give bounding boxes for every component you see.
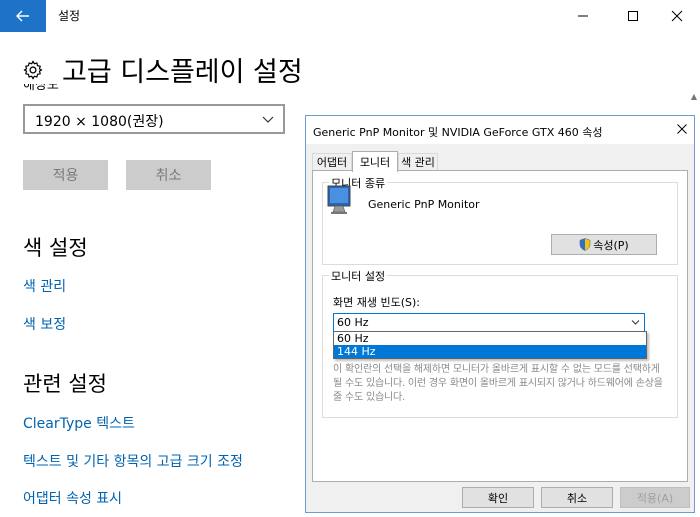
minimize-icon [578,15,588,17]
properties-button-label: 속성(P) [593,238,629,252]
mode-warning-text: 이 확인란의 선택을 해제하면 모니터가 올바르게 표시할 수 없는 모드를 선… [333,364,663,403]
color-settings-heading: 색 설정 [23,236,88,260]
cleartype-link[interactable]: ClearType 텍스트 [23,413,135,433]
page-header: 고급 디스플레이 설정 [22,50,303,89]
gear-icon [23,60,43,79]
monitor-icon [327,185,351,214]
refresh-option-144[interactable]: 144 Hz [334,345,646,358]
tab-adapter[interactable]: 어댑터 [312,153,352,170]
dialog-title: Generic PnP Monitor 및 NVIDIA GeForce GTX… [313,126,603,139]
resolution-dropdown[interactable]: 1920 × 1080(권장) [23,104,285,134]
window-title: 설정 [58,9,81,23]
page-title: 고급 디스플레이 설정 [62,57,303,88]
chevron-down-icon [262,116,274,123]
cancel-button[interactable]: 취소 [126,160,211,190]
minimize-button[interactable] [560,0,606,32]
settings-titlebar: 설정 [0,0,700,32]
chevron-down-icon [631,320,640,325]
refresh-option-60[interactable]: 60 Hz [334,332,646,345]
back-arrow-icon [16,10,29,22]
color-management-link[interactable]: 색 관리 [23,276,66,296]
resolution-label: 해상도 [23,84,59,93]
close-icon [671,10,683,22]
color-calibration-link[interactable]: 색 보정 [23,314,66,334]
scrollbar-up-arrow[interactable]: ▲ [691,92,697,101]
refresh-rate-label: 화면 재생 빈도(S): [333,296,420,309]
maximize-icon [628,11,638,21]
advanced-sizing-link[interactable]: 텍스트 및 기타 항목의 고급 크기 조정 [23,451,243,471]
dialog-cancel-button[interactable]: 취소 [541,487,613,508]
dialog-close-icon[interactable] [676,123,688,135]
dialog-titlebar: Generic PnP Monitor 및 NVIDIA GeForce GTX… [306,116,694,144]
shield-icon [580,238,591,251]
refresh-rate-dropdown-list: 60 Hz 144 Hz [333,331,647,359]
resolution-value: 1920 × 1080(권장) [35,114,164,130]
tab-monitor[interactable]: 모니터 [352,151,398,172]
monitor-settings-legend: 모니터 설정 [329,268,388,284]
adapter-properties-link[interactable]: 어댑터 속성 표시 [23,488,122,508]
dialog-apply-button[interactable]: 적용(A) [620,487,690,508]
apply-button[interactable]: 적용 [23,160,108,190]
ok-button[interactable]: 확인 [462,487,534,508]
refresh-rate-combobox[interactable]: 60 Hz [333,313,645,332]
maximize-button[interactable] [610,0,656,32]
back-button[interactable] [0,0,46,32]
close-window-button[interactable] [654,0,700,32]
related-settings-heading: 관련 설정 [23,372,107,396]
refresh-rate-value: 60 Hz [337,316,369,329]
properties-button[interactable]: 속성(P) [551,234,657,255]
monitor-name: Generic PnP Monitor [368,198,480,211]
tab-color-management[interactable]: 색 관리 [398,153,438,170]
monitor-properties-dialog: Generic PnP Monitor 및 NVIDIA GeForce GTX… [305,115,695,513]
